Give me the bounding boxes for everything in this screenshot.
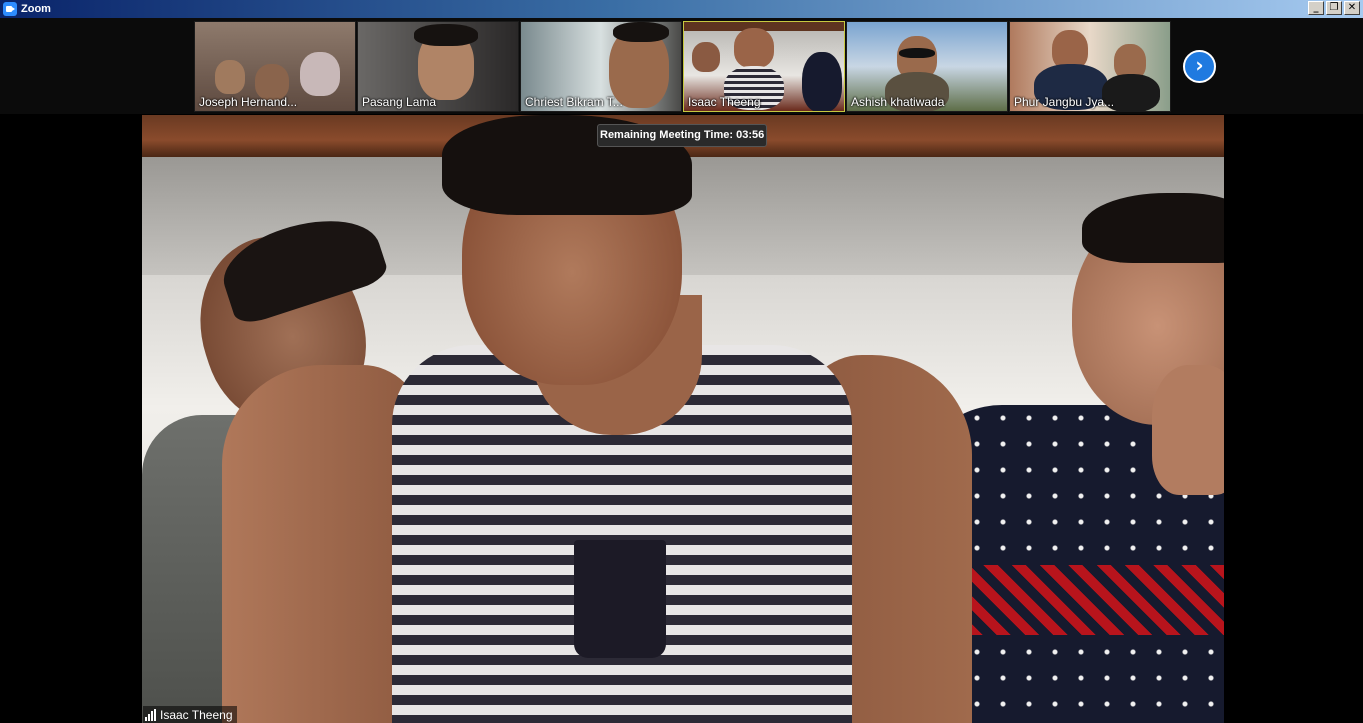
participant-name: Joseph Hernand...: [199, 95, 298, 109]
connection-signal-icon: [145, 708, 156, 721]
active-speaker-video: [142, 115, 1224, 723]
participant-name: Pasang Lama: [362, 95, 437, 109]
participant-thumbnail[interactable]: Ashish khatiwada: [846, 21, 1008, 112]
participant-thumbnail[interactable]: Joseph Hernand...: [194, 21, 356, 112]
participant-name: Chriest Bikram T...: [525, 95, 623, 109]
remaining-meeting-time: Remaining Meeting Time: 03:56: [597, 124, 768, 147]
participant-name: Phur Jangbu Jya...: [1014, 95, 1115, 109]
active-speaker-name: Isaac Theeng: [160, 707, 233, 722]
chevron-right-icon: ›: [1195, 53, 1204, 77]
restore-button[interactable]: ❐: [1326, 1, 1342, 15]
participant-thumbnail[interactable]: Chriest Bikram T...: [520, 21, 682, 112]
participant-thumbnail-strip: Joseph Hernand... Pasang Lama Chriest Bi…: [0, 18, 1363, 114]
participant-name: Ashish khatiwada: [851, 95, 945, 109]
participant-name: Isaac Theeng: [688, 95, 761, 109]
minimize-button[interactable]: _: [1308, 1, 1324, 15]
participant-thumbnail-active[interactable]: Isaac Theeng: [683, 21, 845, 112]
participant-thumbnail[interactable]: Pasang Lama: [357, 21, 519, 112]
close-button[interactable]: ✕: [1344, 1, 1360, 15]
active-speaker-label: Isaac Theeng: [143, 706, 237, 723]
title-bar[interactable]: Zoom _ ❐ ✕: [0, 0, 1363, 18]
window-controls: _ ❐ ✕: [1308, 1, 1360, 15]
participant-thumbnail[interactable]: Phur Jangbu Jya...: [1009, 21, 1171, 112]
next-page-button[interactable]: ›: [1183, 50, 1216, 83]
zoom-camera-icon: [3, 2, 17, 16]
window-title: Zoom: [21, 3, 51, 15]
